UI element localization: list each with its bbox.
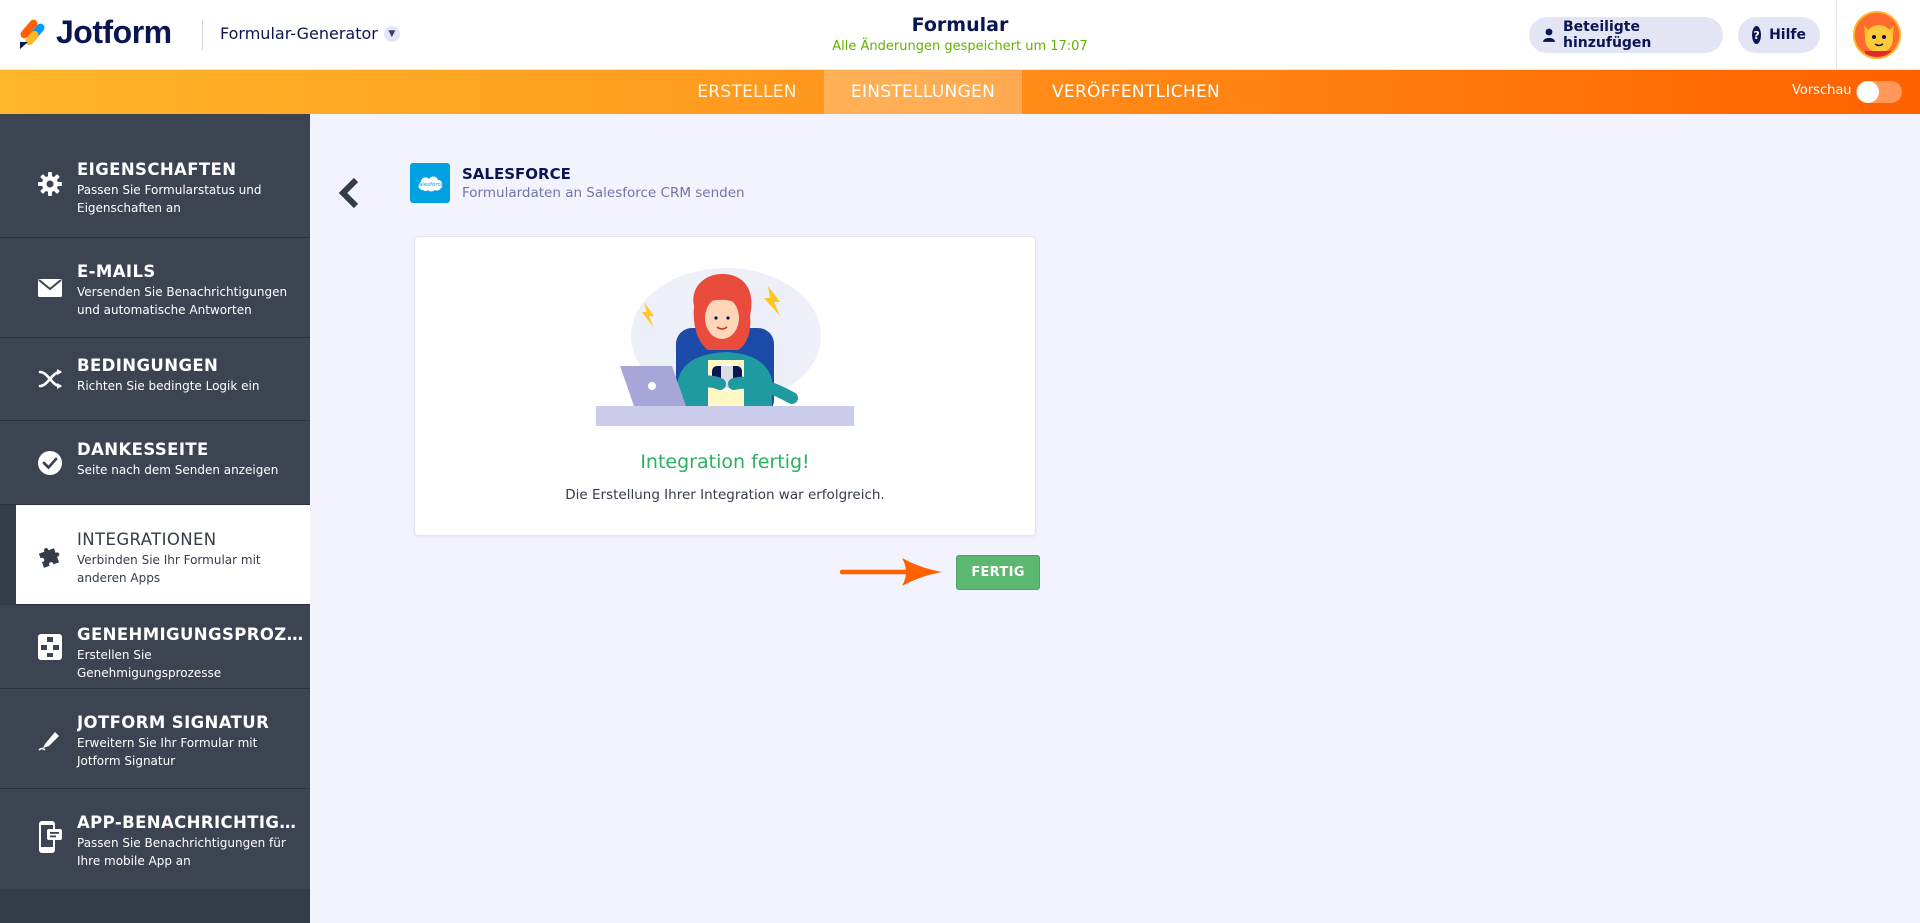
back-button[interactable] bbox=[336, 176, 362, 210]
pen-icon bbox=[36, 725, 64, 753]
top-header: Jotform Formular-Generator ▼ Formular Al… bbox=[0, 0, 1920, 70]
avatar[interactable] bbox=[1853, 11, 1901, 59]
shuffle-icon bbox=[36, 365, 64, 393]
gear-icon bbox=[36, 170, 64, 198]
builder-nav: ERSTELLEN EINSTELLUNGEN VERÖFFENTLICHEN … bbox=[0, 70, 1920, 114]
sidebar-item-desc: Erweitern Sie Ihr Formular mit Jotform S… bbox=[77, 736, 258, 768]
header-divider-right bbox=[1836, 0, 1837, 70]
sidebar-item-desc: Passen Sie Formularstatus und Eigenschaf… bbox=[77, 183, 262, 215]
salesforce-logo-text: salesforce bbox=[416, 182, 444, 188]
sidebar-item-title: INTEGRATIONEN bbox=[77, 530, 217, 549]
sidebar-item-desc: Verbinden Sie Ihr Formular mit anderen A… bbox=[77, 553, 261, 585]
flow-icon bbox=[36, 633, 64, 661]
sidebar-item-properties[interactable]: EIGENSCHAFTEN Passen Sie Formularstatus … bbox=[0, 114, 310, 238]
preview-label: Vorschau bbox=[1792, 83, 1852, 98]
sidebar-item-approvals[interactable]: GENEHMIGUNGSPROZESSE Erstellen Sie Geneh… bbox=[0, 605, 310, 689]
success-illustration bbox=[596, 268, 854, 426]
sidebar-item-desc: Passen Sie Benachrichtigungen für Ihre m… bbox=[77, 836, 286, 868]
sidebar-item-desc: Versenden Sie Benachrichtigungen und aut… bbox=[77, 285, 288, 317]
sidebar-item-emails[interactable]: E-MAILS Versenden Sie Benachrichtigungen… bbox=[0, 238, 310, 338]
sidebar-item-title: EIGENSCHAFTEN bbox=[77, 160, 237, 179]
sidebar-item-signature[interactable]: JOTFORM SIGNATUR Erweitern Sie Ihr Formu… bbox=[0, 689, 310, 789]
sidebar-item-conditions[interactable]: BEDINGUNGEN Richten Sie bedingte Logik e… bbox=[0, 338, 310, 421]
help-label: Hilfe bbox=[1769, 27, 1806, 43]
integration-description: Formulardaten an Salesforce CRM senden bbox=[462, 185, 745, 201]
sidebar-item-integrations[interactable]: INTEGRATIONEN Verbinden Sie Ihr Formular… bbox=[16, 505, 310, 605]
mobile-icon bbox=[36, 821, 64, 853]
tab-settings[interactable]: EINSTELLUNGEN bbox=[824, 70, 1022, 114]
success-title: Integration fertig! bbox=[640, 451, 810, 473]
sidebar-item-title: GENEHMIGUNGSPROZESSE bbox=[77, 625, 305, 644]
sidebar-item-app-notifications[interactable]: APP-BENACHRICHTIGUNG Passen Sie Benachri… bbox=[0, 789, 310, 889]
add-participants-button[interactable]: Beteiligte hinzufügen bbox=[1529, 17, 1723, 53]
toggle-knob bbox=[1857, 81, 1879, 103]
sidebar-item-title: E-MAILS bbox=[77, 262, 156, 281]
tab-publish[interactable]: VERÖFFENTLICHEN bbox=[1036, 70, 1236, 114]
sidebar-item-desc: Erstellen Sie Genehmigungsprozesse bbox=[77, 648, 222, 680]
check-circle-icon bbox=[36, 449, 64, 477]
salesforce-cloud-icon: salesforce bbox=[416, 176, 445, 192]
mail-icon bbox=[36, 274, 64, 302]
done-button[interactable]: FERTIG bbox=[956, 555, 1040, 590]
add-participants-label: Beteiligte hinzufügen bbox=[1563, 19, 1652, 51]
sidebar-item-title: JOTFORM SIGNATUR bbox=[77, 713, 270, 732]
help-icon: ? bbox=[1752, 26, 1762, 44]
integration-name: SALESFORCE bbox=[462, 165, 571, 183]
sidebar-item-desc: Richten Sie bedingte Logik ein bbox=[77, 379, 260, 393]
puzzle-icon bbox=[36, 541, 64, 569]
preview-toggle[interactable] bbox=[1856, 81, 1902, 103]
salesforce-logo: salesforce bbox=[410, 163, 450, 203]
success-description: Die Erstellung Ihrer Integration war erf… bbox=[565, 487, 885, 503]
user-icon bbox=[1543, 28, 1555, 42]
sidebar-item-thankyou[interactable]: DANKESSEITE Seite nach dem Senden anzeig… bbox=[0, 421, 310, 505]
help-button[interactable]: ? Hilfe bbox=[1738, 17, 1820, 53]
sidebar-item-title: BEDINGUNGEN bbox=[77, 356, 219, 375]
sidebar-item-title: APP-BENACHRICHTIGUNG bbox=[77, 813, 305, 832]
sidebar-item-title: DANKESSEITE bbox=[77, 440, 209, 459]
arrow-right-icon bbox=[840, 558, 942, 586]
chevron-left-icon bbox=[338, 177, 359, 209]
tab-create[interactable]: ERSTELLEN bbox=[682, 70, 812, 114]
settings-sidebar: EIGENSCHAFTEN Passen Sie Formularstatus … bbox=[0, 114, 310, 923]
sidebar-item-desc: Seite nach dem Senden anzeigen bbox=[77, 463, 279, 477]
